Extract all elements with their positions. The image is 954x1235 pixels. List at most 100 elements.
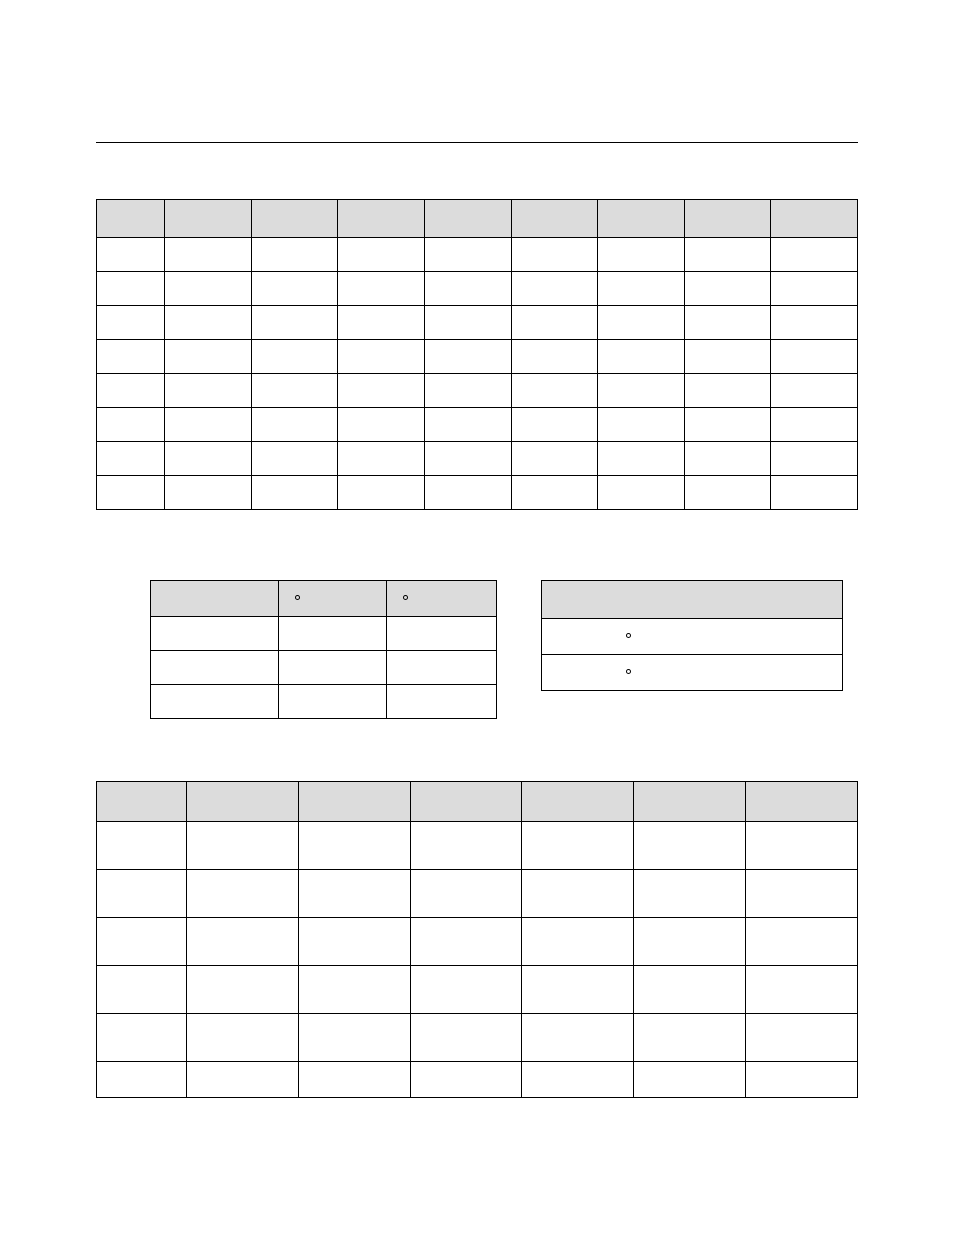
- cell: [165, 408, 252, 442]
- cell: [522, 870, 634, 918]
- table-row: [542, 619, 843, 655]
- cell: [298, 1062, 410, 1098]
- table-1-col-4: [424, 200, 511, 238]
- cell: [771, 442, 858, 476]
- dot-icon: [295, 595, 300, 600]
- cell: [165, 238, 252, 272]
- cell: [410, 918, 522, 966]
- table-2-header-row: [151, 581, 497, 617]
- table-row: [97, 306, 858, 340]
- table-row: [97, 340, 858, 374]
- cell: [598, 476, 685, 510]
- cell: [97, 966, 187, 1014]
- table-row: [97, 1014, 858, 1062]
- cell: [97, 306, 165, 340]
- cell: [187, 1062, 299, 1098]
- cell: [338, 442, 425, 476]
- cell: [511, 306, 598, 340]
- cell: [187, 966, 299, 1014]
- cell: [97, 374, 165, 408]
- cell: [522, 1062, 634, 1098]
- table-1-header-row: [97, 200, 858, 238]
- cell: [598, 442, 685, 476]
- cell: [410, 870, 522, 918]
- cell: [598, 238, 685, 272]
- cell: [522, 918, 634, 966]
- cell: [251, 442, 338, 476]
- cell: [97, 340, 165, 374]
- cell: [684, 476, 771, 510]
- cell: [746, 1062, 858, 1098]
- cell: [338, 272, 425, 306]
- table-4-header-row: [97, 782, 858, 822]
- cell: [424, 408, 511, 442]
- table-4-col-0: [97, 782, 187, 822]
- cell: [279, 617, 387, 651]
- cell: [187, 918, 299, 966]
- cell: [251, 340, 338, 374]
- cell: [684, 442, 771, 476]
- table-row: [97, 238, 858, 272]
- cell: [279, 685, 387, 719]
- table-2-col-2: [387, 581, 497, 617]
- cell: [771, 272, 858, 306]
- cell: [165, 340, 252, 374]
- cell: [97, 1014, 187, 1062]
- table-row: [97, 476, 858, 510]
- table-1-col-0: [97, 200, 165, 238]
- cell: [410, 1014, 522, 1062]
- table-1-col-8: [771, 200, 858, 238]
- cell: [251, 306, 338, 340]
- cell: [511, 476, 598, 510]
- cell: [410, 822, 522, 870]
- cell: [187, 870, 299, 918]
- cell: [298, 918, 410, 966]
- cell: [424, 306, 511, 340]
- cell: [511, 374, 598, 408]
- cell: [151, 685, 279, 719]
- table-4-col-1: [187, 782, 299, 822]
- table-1-col-3: [338, 200, 425, 238]
- cell: [746, 1014, 858, 1062]
- table-2-col-0: [151, 581, 279, 617]
- cell: [598, 340, 685, 374]
- cell: [97, 272, 165, 306]
- cell: [298, 966, 410, 1014]
- cell: [251, 408, 338, 442]
- table-4: [96, 781, 858, 1098]
- cell: [97, 476, 165, 510]
- cell: [771, 476, 858, 510]
- cell: [165, 374, 252, 408]
- cell: [165, 476, 252, 510]
- cell: [151, 651, 279, 685]
- cell: [511, 238, 598, 272]
- cell: [522, 966, 634, 1014]
- cell: [424, 340, 511, 374]
- table-row: [97, 374, 858, 408]
- cell: [771, 306, 858, 340]
- table-row: [97, 822, 858, 870]
- cell: [424, 374, 511, 408]
- cell: [598, 306, 685, 340]
- cell: [97, 918, 187, 966]
- table-2-col-1: [279, 581, 387, 617]
- table-1-col-6: [598, 200, 685, 238]
- cell: [338, 238, 425, 272]
- cell: [424, 442, 511, 476]
- cell: [511, 272, 598, 306]
- cell: [771, 340, 858, 374]
- dot-icon: [626, 669, 631, 674]
- cell: [97, 870, 187, 918]
- table-row: [151, 685, 497, 719]
- cell: [598, 374, 685, 408]
- cell: [338, 408, 425, 442]
- cell: [746, 966, 858, 1014]
- cell: [771, 408, 858, 442]
- cell: [424, 476, 511, 510]
- cell: [684, 374, 771, 408]
- cell: [387, 617, 497, 651]
- table-3-header-row: [542, 581, 843, 619]
- cell: [151, 617, 279, 651]
- cell: [634, 870, 746, 918]
- table-1: [96, 199, 858, 510]
